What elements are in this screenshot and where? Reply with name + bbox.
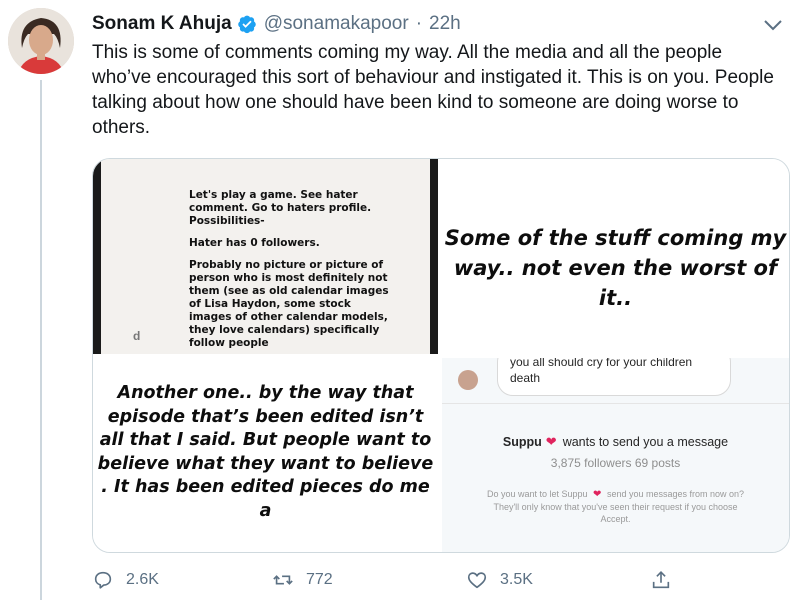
header-separator: · [415,13,423,34]
story-text: Let's play a game. See hater comment. Go… [189,189,389,354]
media-grid: Let's play a game. See hater comment. Go… [92,158,790,553]
reply-icon [94,571,112,589]
heart-icon: ❤ [545,434,557,449]
request-username: Suppu [502,435,542,449]
like-count: 3.5K [500,571,533,588]
image-border-right [430,159,438,354]
thread-line [40,80,42,600]
request-label: wants to send you a message [562,435,729,449]
message-bubble: you all should cry for your children dea… [497,358,731,396]
story-line-1: Let's play a game. See hater comment. Go… [189,189,372,227]
tweet-text: This is some of comments coming my way. … [92,42,774,138]
message-text: you all should cry for your children dea… [510,358,693,385]
post-count: 69 posts [634,456,681,470]
request-stats: 3,875 followers 69 posts [442,456,789,470]
grid-divider-horizontal [93,354,789,358]
retweet-button[interactable]: 772 [272,566,333,594]
like-button[interactable]: 3.5K [466,566,533,594]
image-border-left [93,159,101,354]
chevron-down-icon[interactable] [762,16,784,34]
verified-badge-icon [237,14,257,34]
reply-button[interactable]: 2.6K [92,566,159,594]
dm-avatar [458,370,478,390]
follower-count: 3,875 followers [550,456,632,470]
image-caption: Some of the stuff coming my way.. not ev… [444,226,787,310]
action-bar: 2.6K 772 3.5K [92,566,712,594]
like-icon [467,572,487,589]
share-icon [652,571,670,589]
media-image-2[interactable]: Some of the stuff coming my way.. not ev… [442,159,789,354]
media-image-4[interactable]: you all should cry for your children dea… [442,358,789,552]
story-line-2: Hater has 0 followers. [189,237,320,249]
request-note: Do you want to let Suppu ❤ send you mess… [482,488,749,525]
author-handle[interactable]: @sonamakapoor [264,13,409,35]
avatar-image [8,8,74,74]
share-button[interactable] [650,566,684,594]
divider [442,403,789,404]
media-image-3[interactable]: Another one.. by the way that episode th… [93,358,438,552]
media-image-1[interactable]: Let's play a game. See hater comment. Go… [93,159,438,354]
message-request-line: Suppu ❤ wants to send you a message [442,434,789,450]
image-caption: Another one.. by the way that episode th… [97,383,434,521]
retweet-count: 772 [306,571,333,588]
story-line-3: Probably no picture or picture of person… [189,259,389,349]
retweet-icon [273,575,293,585]
reply-count: 2.6K [126,571,159,588]
heart-icon: ❤ [593,489,602,500]
story-side-glyph: d [133,329,141,343]
avatar[interactable] [8,8,74,74]
author-name[interactable]: Sonam K Ahuja [92,13,232,35]
tweet-timestamp[interactable]: 22h [429,13,461,35]
tweet-header: Sonam K Ahuja @sonamakapoor · 22h [92,8,780,40]
note-prefix: Do you want to let Suppu [486,489,588,499]
